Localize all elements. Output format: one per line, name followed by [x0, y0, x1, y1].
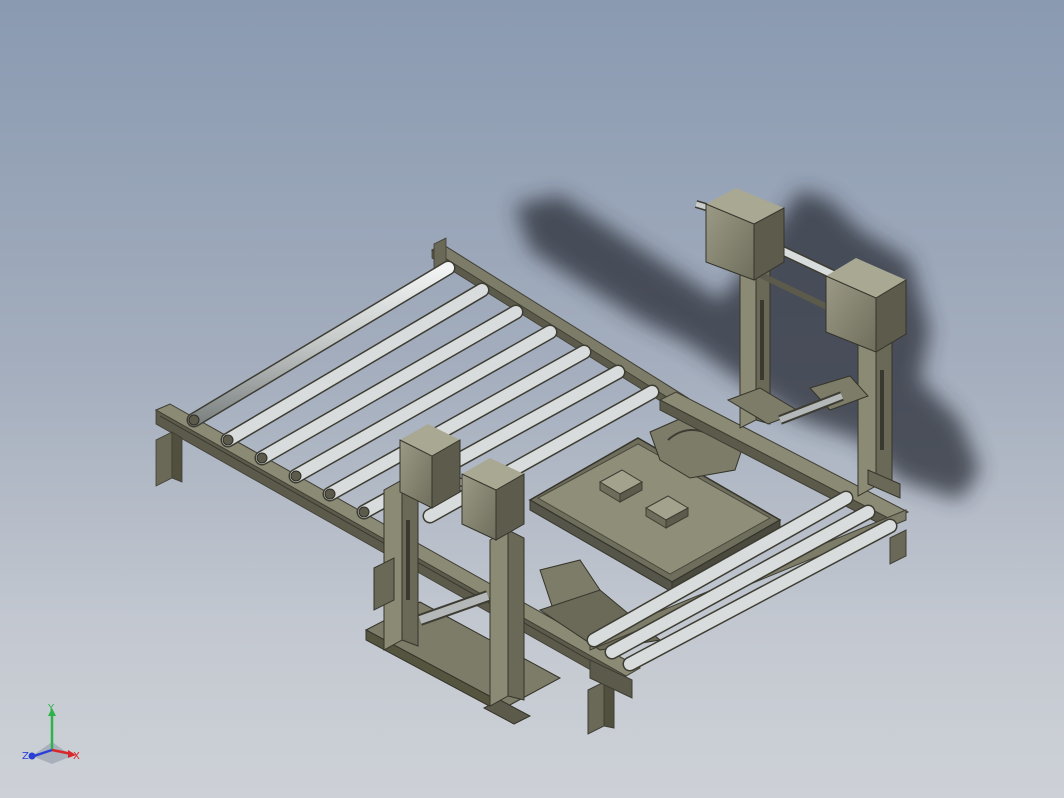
- cad-model-scene[interactable]: [0, 0, 1064, 798]
- z-axis-arrowhead: [28, 752, 36, 760]
- view-triad[interactable]: Y X Z: [18, 702, 88, 772]
- motor-housing: [399, 424, 461, 509]
- motor-housing: [461, 458, 525, 541]
- x-axis-label: X: [73, 751, 80, 762]
- motor-housing: [705, 188, 785, 281]
- cad-viewport[interactable]: Y X Z: [0, 0, 1064, 798]
- y-axis-label: Y: [47, 703, 55, 714]
- z-axis-label: Z: [22, 751, 29, 762]
